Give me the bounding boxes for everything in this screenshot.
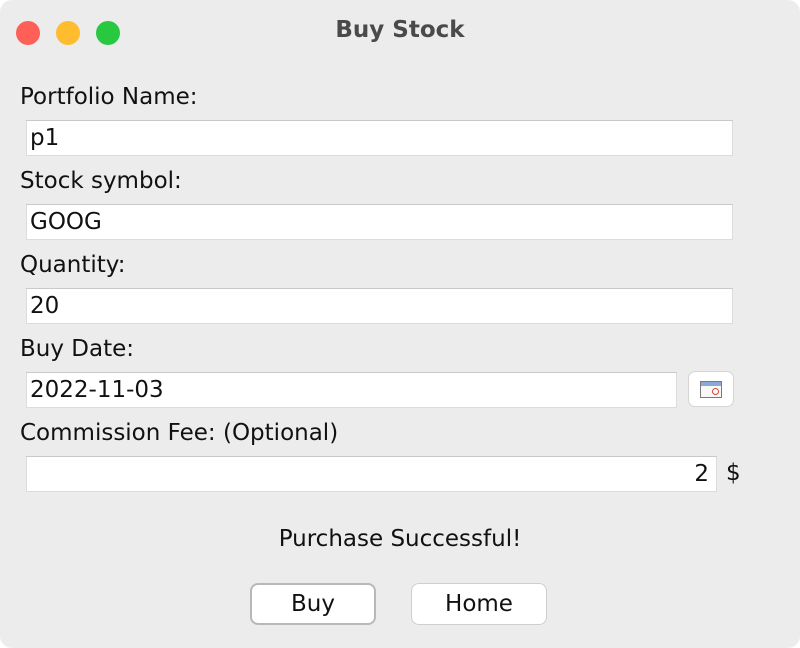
- buy-date-label: Buy Date:: [20, 336, 135, 362]
- quantity-label: Quantity:: [20, 252, 126, 278]
- home-button[interactable]: Home: [411, 583, 547, 625]
- stock-symbol-label: Stock symbol:: [20, 168, 182, 194]
- status-message: Purchase Successful!: [278, 526, 522, 552]
- window-title: Buy Stock: [335, 17, 465, 43]
- quantity-input[interactable]: 20: [26, 288, 733, 324]
- title-bar: Buy Stock: [0, 0, 800, 62]
- date-picker-button[interactable]: [688, 371, 734, 407]
- buy-stock-window: Buy Stock Portfolio Name: p1 Stock symbo…: [0, 0, 800, 648]
- currency-unit-label: $: [726, 460, 741, 486]
- portfolio-name-label: Portfolio Name:: [20, 84, 198, 110]
- commission-fee-label: Commission Fee: (Optional): [20, 420, 339, 446]
- commission-fee-input[interactable]: 2: [26, 456, 717, 492]
- buy-date-input[interactable]: 2022-11-03: [26, 372, 677, 408]
- stock-symbol-input[interactable]: GOOG: [26, 204, 733, 240]
- buy-button[interactable]: Buy: [250, 583, 376, 625]
- calendar-icon: [700, 381, 722, 398]
- portfolio-name-input[interactable]: p1: [26, 120, 733, 156]
